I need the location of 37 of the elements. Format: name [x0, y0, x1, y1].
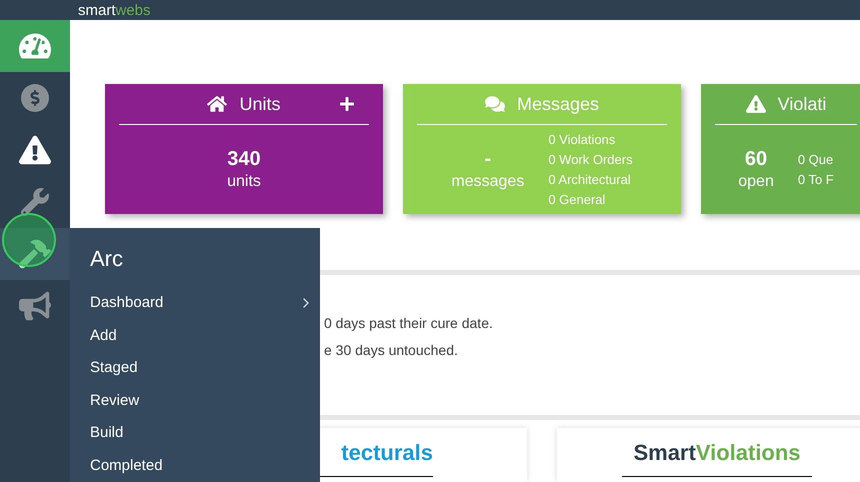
- count-line: 0 General: [548, 190, 606, 208]
- count-line: 0 Architectural: [548, 170, 632, 188]
- house-icon: [207, 94, 228, 114]
- chat-icon: [484, 94, 505, 114]
- module-logo: SmartViolations: [633, 442, 801, 464]
- card-title: Units: [239, 92, 280, 116]
- warning-icon: [746, 94, 766, 114]
- card-unit: units: [227, 172, 261, 192]
- count-line: 0 Work Orders: [548, 150, 633, 168]
- wrench-icon: [21, 188, 49, 216]
- menu-item[interactable]: Review: [90, 384, 314, 417]
- count-line: 0 Que: [798, 150, 834, 168]
- logo[interactable]: smartwebs: [78, 2, 151, 18]
- warning-icon: [19, 134, 51, 166]
- hammer-icon: [19, 238, 51, 270]
- menu-item[interactable]: Build: [90, 417, 314, 450]
- card-value: 60: [744, 147, 768, 172]
- count-line: 0 Violations: [548, 130, 616, 148]
- dollar-icon: [21, 84, 49, 112]
- notice-text: 0 days past their cure date.: [324, 314, 494, 333]
- card-unit: open: [738, 172, 774, 192]
- card-unit: messages: [451, 172, 524, 192]
- menu-item[interactable]: Add: [90, 320, 314, 352]
- menu-item[interactable]: Dashboard: [90, 287, 314, 320]
- count-line: 0 To F: [798, 170, 834, 188]
- card-value: -: [484, 147, 492, 172]
- cursor-highlight: [2, 213, 56, 267]
- card-value: 340: [227, 147, 261, 172]
- menu-title: Arc: [90, 245, 124, 273]
- megaphone-icon: [19, 290, 51, 322]
- notice-text: e 30 days untouched.: [324, 341, 459, 360]
- module-logo: tecturals: [341, 442, 433, 464]
- menu-item[interactable]: Completed: [90, 450, 314, 482]
- card-title: Violati: [778, 92, 826, 116]
- plus-icon[interactable]: [339, 96, 355, 112]
- menu-item[interactable]: Staged: [90, 352, 314, 384]
- card-title: Messages: [516, 92, 600, 116]
